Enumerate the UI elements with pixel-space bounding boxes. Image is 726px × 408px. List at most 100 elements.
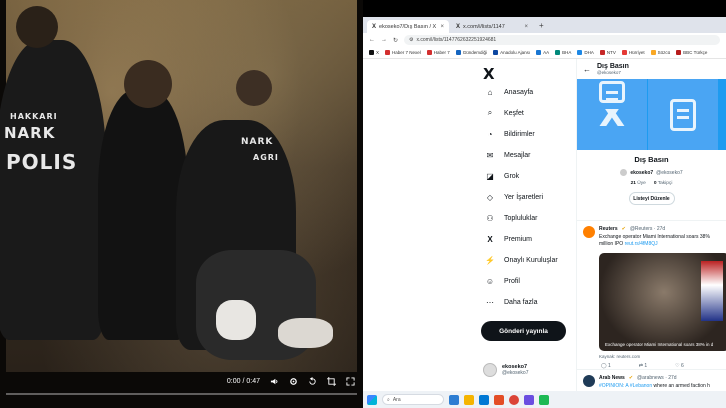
task-view-icon[interactable] — [449, 394, 459, 405]
rewind-icon[interactable] — [307, 376, 317, 386]
nav-item-onaylı-kuruluşlar[interactable]: ⚡ Onaylı Kuruluşlar — [485, 255, 558, 265]
settings-icon[interactable] — [288, 376, 298, 386]
media-caption: Exchange operator Miami International so… — [605, 342, 714, 347]
app-icon[interactable] — [539, 394, 549, 405]
bookmark-favicon-icon — [369, 50, 374, 55]
nav-item-topluluklar[interactable]: ⚇ Topluluklar — [485, 213, 537, 223]
nav-label: Profil — [504, 277, 520, 285]
tab-x-list[interactable]: X x.com/i/lists/1147 × — [451, 20, 533, 33]
post-button[interactable]: Gönderi yayınla — [481, 321, 566, 341]
nav-item-keşfet[interactable]: ⌕ Keşfet — [485, 108, 524, 118]
nav-item-bildirimler[interactable]: ◔ Bildirimler — [485, 129, 535, 139]
edge-icon[interactable] — [479, 394, 489, 405]
forward-icon[interactable]: → — [381, 37, 387, 43]
bookmark-favicon-icon — [676, 50, 682, 55]
bookmark-item[interactable]: NTV — [599, 50, 616, 55]
tweet[interactable]: Reuters ✔ @Reuters · 27d Exchange operat… — [577, 220, 726, 374]
bookmark-item[interactable]: Haber 7 — [426, 50, 450, 55]
tab-label: ekoseko7/Dış Basın / X — [379, 23, 437, 30]
followers-count[interactable]: 0 Takipçi — [654, 181, 673, 186]
back-arrow-icon[interactable]: ← — [583, 65, 591, 74]
nav-label: Onaylı Kuruluşlar — [504, 256, 558, 264]
reload-icon[interactable]: ↻ — [393, 37, 398, 44]
nav-item-yer-i-şaretleri[interactable]: ◇ Yer İşaretleri — [485, 192, 543, 202]
search-icon: ⌕ — [387, 396, 390, 403]
nav-item-anasayfa[interactable]: ⌂ Anasayfa — [485, 87, 534, 97]
list-header-handle: @ekoseko7 — [597, 70, 621, 75]
nav-label: Yer İşaretleri — [504, 193, 544, 201]
white-bag-2 — [278, 318, 333, 348]
tweet-text: #OPINION: A #Lebanon where an armed fact… — [599, 383, 710, 389]
nav-item-profil[interactable]: ☺ Profil — [485, 276, 520, 286]
video-progress-bar[interactable] — [6, 393, 357, 395]
bookmark-item[interactable]: BHA — [555, 50, 571, 55]
officer-head-left — [16, 6, 58, 48]
app-icon[interactable] — [524, 394, 534, 405]
bookmark-label: Haber 7 Nexel — [392, 50, 421, 55]
bookmark-item[interactable]: BBC Türkçe — [676, 50, 707, 55]
video-player[interactable]: HAKKARI NARK POLIS NARK AGRI 0:00 / 0:47 — [0, 0, 363, 408]
list-owner[interactable]: ekoseko7 @ekoseko7 — [577, 169, 726, 176]
bookmark-item[interactable]: Sözcü — [650, 50, 670, 55]
nav-item-mesajlar[interactable]: ✉ Mesajlar — [485, 150, 531, 160]
document-icon — [670, 98, 696, 131]
back-icon[interactable]: ← — [369, 37, 375, 43]
list-header-title: Dış Basın — [597, 63, 629, 70]
officer-figure-center — [98, 90, 188, 340]
account-switcher[interactable]: ekoseko7 @ekoseko7 — [483, 363, 528, 377]
video-time: 0:00 / 0:47 — [226, 377, 260, 385]
vest-text-nark: NARK — [4, 124, 56, 142]
bookmark-item[interactable]: Gündemdiği — [455, 50, 487, 55]
chrome-icon[interactable] — [509, 394, 519, 405]
address-bar[interactable]: ⚙ x.com/i/lists/1147762632251924681 — [404, 35, 720, 45]
bookmark-item[interactable]: DHA — [577, 50, 594, 55]
tweet-media[interactable]: Exchange operator Miami International so… — [599, 253, 726, 351]
bookmark-item[interactable]: Hürriyet — [621, 50, 645, 55]
new-tab-button[interactable]: + — [535, 21, 548, 30]
search-placeholder: Ara — [392, 396, 401, 403]
video-frame[interactable]: HAKKARI NARK POLIS NARK AGRI — [0, 0, 357, 372]
bookmark-label: DHA — [584, 50, 594, 55]
crop-icon[interactable] — [326, 376, 336, 386]
avatar[interactable] — [583, 375, 595, 387]
bookmark-item[interactable]: X — [369, 50, 379, 55]
taskbar-search[interactable]: ⌕ Ara — [382, 394, 444, 405]
avatar[interactable] — [583, 226, 595, 238]
tweet[interactable]: Arab News ✔ @arabnews · 27d #OPINION: A … — [577, 369, 726, 391]
nav-item-premium[interactable]: X Premium — [485, 234, 532, 244]
bookmark-item[interactable]: Haber 7 Nexel — [385, 50, 421, 55]
list-info: Dış Basın ekoseko7 @ekoseko7 21 Üye 0 Ta… — [577, 150, 726, 205]
members-count[interactable]: 21 Üye — [631, 181, 646, 186]
start-icon[interactable] — [367, 394, 377, 405]
bookmark-item[interactable]: AA — [536, 50, 549, 55]
office-icon[interactable] — [494, 394, 504, 405]
list-counts: 21 Üye 0 Takipçi — [577, 181, 726, 186]
close-icon[interactable]: × — [440, 24, 444, 30]
tweet-text: Exchange operator Miami International so… — [599, 234, 710, 247]
fullscreen-icon[interactable] — [345, 376, 355, 386]
bookmark-favicon-icon — [385, 50, 391, 55]
vest-text-nark-center: NARK — [241, 137, 274, 147]
verified-orgs-icon: ⚡ — [485, 255, 495, 265]
hashtag-link[interactable]: #Lebanon — [630, 383, 652, 389]
site-info-icon[interactable]: ⚙ — [409, 37, 413, 43]
url-text: x.com/i/lists/1147762632251924681 — [416, 37, 497, 43]
bookmark-item[interactable]: Anadolu Ajansı — [493, 50, 530, 55]
list-timeline: ← Dış Basın @ekoseko7 X Dış Basın ekosek — [576, 59, 726, 391]
close-icon[interactable]: × — [524, 24, 528, 30]
volume-icon[interactable] — [269, 376, 279, 386]
document-icon — [599, 81, 625, 103]
tab-list-dis-basin[interactable]: X ekoseko7/Dış Basın / X × — [367, 20, 449, 33]
nav-label: Topluluklar — [504, 214, 538, 222]
tweet-link[interactable]: reut.rs/4fM8QJ — [625, 241, 658, 247]
edit-list-button[interactable]: Listeyi Düzenle — [628, 192, 675, 205]
nav-item-grok[interactable]: ◪ Grok — [485, 171, 519, 181]
mail-icon: ✉ — [486, 150, 494, 160]
banner-doc-tile-top — [577, 79, 647, 109]
nav-label: Anasayfa — [504, 88, 534, 96]
file-explorer-icon[interactable] — [464, 394, 474, 405]
vest-text-agri: AGRI — [253, 153, 279, 162]
x-logo-icon[interactable]: X — [483, 65, 495, 83]
nav-item-daha-fazla[interactable]: ⋯ Daha fazla — [485, 297, 537, 307]
officer-figure-left — [0, 40, 106, 340]
